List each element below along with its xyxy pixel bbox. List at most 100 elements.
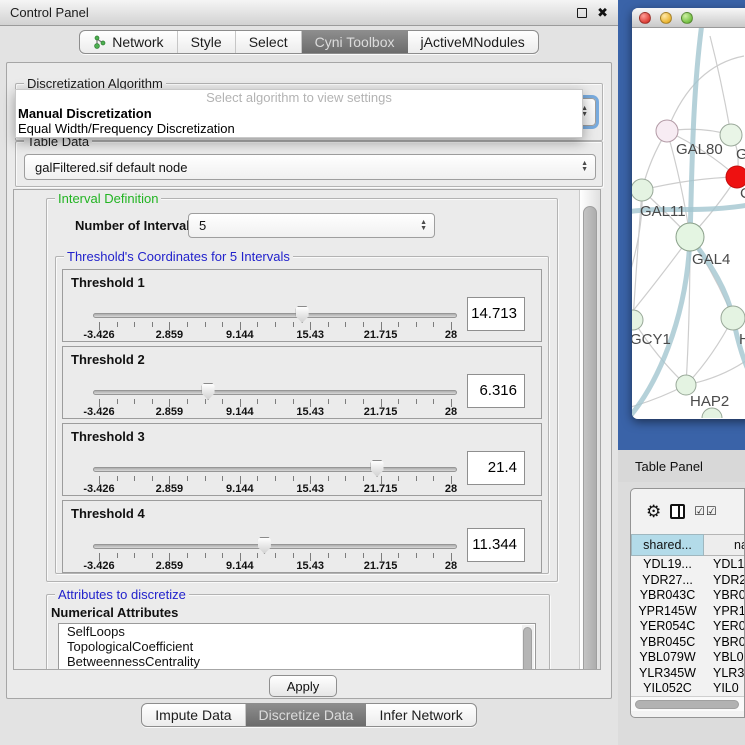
node-label-gcy1: GCY1 — [632, 331, 671, 348]
table-body: YDL19...YDL1YDR27...YDR2YBR043CYBR0YPR14… — [631, 557, 745, 697]
tab-select[interactable]: Select — [236, 31, 302, 53]
network-edge[interactable] — [667, 56, 744, 131]
slider-track[interactable] — [93, 544, 457, 549]
tab-network[interactable]: Network — [80, 31, 177, 53]
network-canvas[interactable]: GAL80GACGAL11GAL4GCY1HHAP2 — [632, 28, 745, 418]
scrollbar-thumb[interactable] — [583, 206, 597, 670]
tab-label: jActiveMNodules — [421, 34, 525, 50]
attribute-item-selfloops[interactable]: SelfLoops — [59, 624, 535, 639]
table-row[interactable]: YER054CYER0 — [631, 619, 745, 635]
slider-tick-labels: -3.4262.8599.14415.4321.71528 — [99, 329, 451, 341]
algorithm-option-equal-width[interactable]: Equal Width/Frequency Discretization — [16, 121, 582, 136]
slider-track[interactable] — [93, 467, 457, 472]
network-node[interactable] — [721, 306, 745, 330]
cell-name: YBR0 — [704, 588, 745, 604]
slider-thumb[interactable] — [295, 306, 310, 323]
float-window-icon[interactable] — [577, 8, 587, 18]
network-icon — [93, 35, 106, 49]
slider-thumb[interactable] — [201, 383, 216, 400]
minimize-traffic-light[interactable] — [660, 12, 672, 24]
network-edge[interactable] — [710, 36, 731, 135]
column-header-shared-name[interactable]: shared... — [631, 534, 704, 556]
node-label-c: C — [740, 185, 745, 202]
network-node[interactable] — [656, 120, 678, 142]
zoom-traffic-light[interactable] — [681, 12, 693, 24]
threshold-value-field[interactable]: 14.713 — [467, 297, 525, 331]
table-row[interactable]: YPR145WYPR1 — [631, 604, 745, 620]
network-view-window: GAL80GACGAL11GAL4GCY1HHAP2 — [632, 8, 745, 419]
cell-name: YIL0 — [704, 681, 745, 697]
cell-shared-name: YBR045C — [631, 635, 704, 651]
network-node[interactable] — [676, 375, 696, 395]
table-row[interactable]: YBR043CYBR0 — [631, 588, 745, 604]
network-node[interactable] — [720, 124, 742, 146]
tab-discretize-data[interactable]: Discretize Data — [246, 704, 367, 726]
threshold-title: Threshold 1 — [71, 275, 145, 290]
close-traffic-light[interactable] — [639, 12, 651, 24]
network-node[interactable] — [632, 310, 643, 330]
slider-thumb[interactable] — [370, 460, 385, 477]
attributes-group: Attributes to discretize Numerical Attri… — [46, 594, 550, 670]
cell-shared-name: YIL052C — [631, 681, 704, 697]
cell-shared-name: YLR345W — [631, 666, 704, 682]
numerical-attributes-list[interactable]: SelfLoopsTopologicalCoefficientBetweenne… — [58, 623, 536, 670]
bottom-tabbar: Impute Data Discretize Data Infer Network — [0, 703, 618, 727]
attribute-item-topologicalcoefficient[interactable]: TopologicalCoefficient — [59, 639, 535, 654]
tab-label: Discretize Data — [259, 707, 354, 723]
network-window-titlebar — [632, 8, 745, 28]
slider-thumb[interactable] — [257, 537, 272, 554]
tab-jactivemnodules[interactable]: jActiveMNodules — [408, 31, 538, 53]
table-row[interactable]: YBL079WYBL0 — [631, 650, 745, 666]
algorithm-placeholder-option[interactable]: Select algorithm to view settings — [16, 90, 582, 106]
network-edge[interactable] — [633, 320, 686, 385]
tab-label: Style — [191, 34, 222, 50]
apply-button[interactable]: Apply — [269, 675, 337, 697]
interval-definition-label: Interval Definition — [55, 191, 161, 206]
scrollbar-thumb[interactable] — [635, 700, 739, 709]
columns-icon[interactable] — [670, 504, 685, 519]
network-graph: GAL80GACGAL11GAL4GCY1HHAP2 — [632, 28, 745, 418]
node-label-gal4: GAL4 — [692, 251, 730, 268]
attribute-item-betweennesscentrality[interactable]: BetweennessCentrality — [59, 654, 535, 669]
combo-arrows-icon: ▲▼ — [420, 220, 427, 232]
table-data-group: Table Data galFiltered.sif default node … — [15, 141, 603, 187]
table-row[interactable]: YBR045CYBR0 — [631, 635, 745, 651]
column-header-name[interactable]: na — [704, 534, 745, 556]
node-label-gal80: GAL80 — [676, 141, 723, 158]
slider-track[interactable] — [93, 313, 457, 318]
tab-cyni-toolbox[interactable]: Cyni Toolbox — [302, 31, 408, 53]
algorithm-option-manual[interactable]: Manual Discretization — [16, 106, 582, 121]
control-panel-window: Control Panel ✖ NetworkStyleSelectCyni T… — [0, 0, 618, 745]
gear-icon[interactable]: ⚙ — [646, 503, 661, 520]
table-row[interactable]: YDR27...YDR2 — [631, 573, 745, 589]
vertical-scrollbar[interactable] — [579, 190, 600, 669]
bottom-tab-control: Impute Data Discretize Data Infer Network — [141, 703, 476, 727]
threshold-panel-3: Threshold 3-3.4262.8599.14415.4321.71528… — [62, 423, 542, 496]
slider-track[interactable] — [93, 390, 457, 395]
number-of-intervals-label: Number of Intervals — [75, 218, 197, 233]
node-label-hap2: HAP2 — [690, 393, 729, 410]
table-row[interactable]: YIL052CYIL0 — [631, 681, 745, 697]
table-row[interactable]: YDL19...YDL1 — [631, 557, 745, 573]
network-node[interactable] — [632, 179, 653, 201]
tab-style[interactable]: Style — [178, 31, 236, 53]
top-tabbar: Network Style SelectCyni Toolbox jActiveMNo… — [0, 30, 618, 54]
number-of-intervals-combobox[interactable]: 5 ▲▼ — [188, 213, 435, 238]
tab-impute-data[interactable]: Impute Data — [142, 704, 245, 726]
horizontal-scrollbar[interactable] — [631, 696, 745, 711]
cell-name: YDR2 — [704, 573, 745, 589]
tab-infer-network[interactable]: Infer Network — [366, 704, 475, 726]
cell-name: YBR0 — [704, 635, 745, 651]
threshold-panel-4: Threshold 4-3.4262.8599.14415.4321.71528… — [62, 500, 542, 573]
table-data-combobox[interactable]: galFiltered.sif default node ▲▼ — [24, 154, 596, 180]
table-row[interactable]: YLR345WYLR3 — [631, 666, 745, 682]
top-tab-control: Network Style SelectCyni Toolbox jActiveMNo… — [79, 30, 539, 54]
list-scrollbar[interactable] — [522, 625, 534, 670]
threshold-value-field[interactable]: 6.316 — [467, 374, 525, 408]
select-columns-icon[interactable]: ☑☑ — [694, 504, 718, 518]
close-icon[interactable]: ✖ — [597, 8, 608, 18]
threshold-value-field[interactable]: 11.344 — [467, 528, 525, 562]
network-node[interactable] — [676, 223, 704, 251]
threshold-value-field[interactable]: 21.4 — [467, 451, 525, 485]
threshold-title: Threshold 4 — [71, 506, 145, 521]
